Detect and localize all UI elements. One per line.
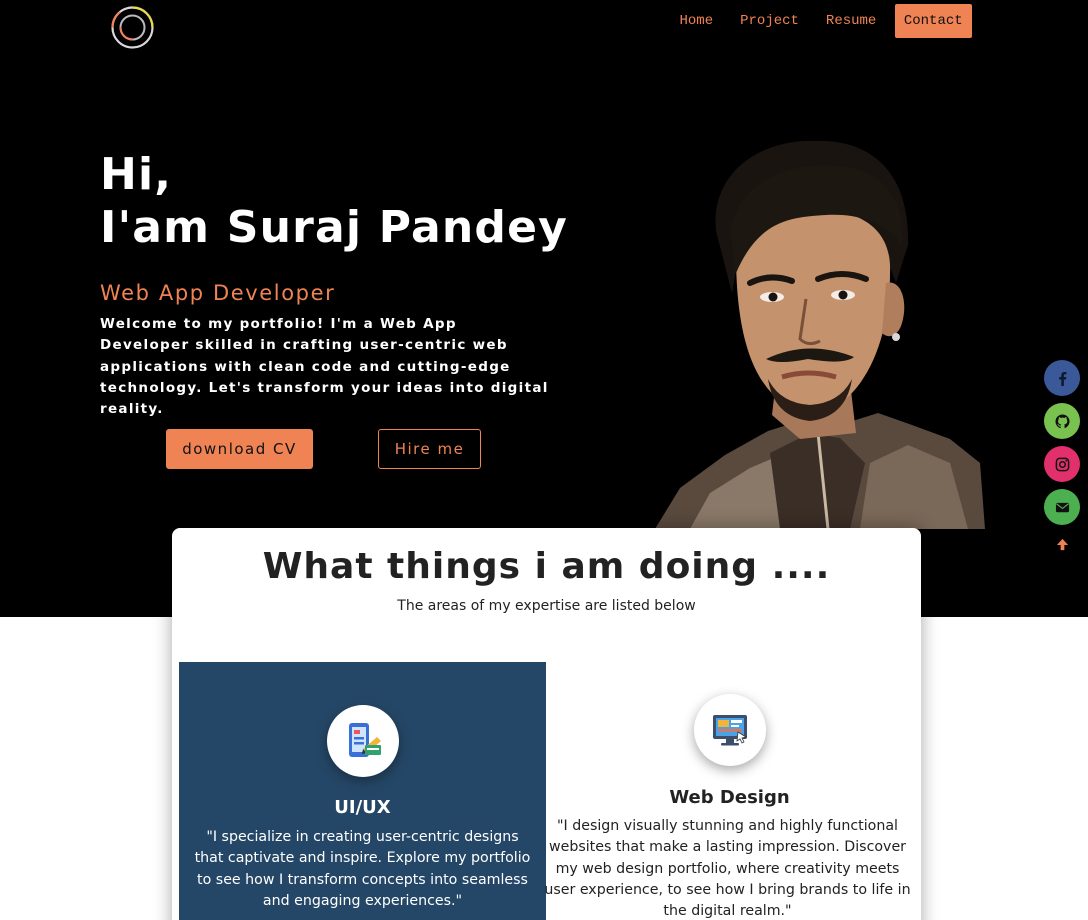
services-subtitle: The areas of my expertise are listed bel… <box>397 598 696 614</box>
nav-contact-button[interactable]: Contact <box>894 4 972 38</box>
instagram-button[interactable] <box>1044 446 1080 482</box>
logo-ring-icon <box>111 6 154 49</box>
hire-me-button[interactable]: Hire me <box>378 429 481 469</box>
email-button[interactable] <box>1044 489 1080 525</box>
hero-role: Web App Developer <box>100 281 336 305</box>
instagram-icon <box>1055 457 1069 471</box>
github-button[interactable] <box>1044 403 1080 439</box>
hero-title: Hi, I'am Suraj Pandey <box>100 149 569 253</box>
email-icon <box>1055 502 1069 512</box>
top-nav: Home Project Resume Contact <box>666 4 972 38</box>
nav-resume[interactable]: Resume <box>812 4 889 38</box>
social-sidebar <box>1044 360 1081 556</box>
facebook-icon <box>1058 371 1066 386</box>
services-card: What things i am doing .... The areas of… <box>172 528 921 920</box>
service-description: "I specialize in creating user-centric d… <box>194 829 531 909</box>
nav-home[interactable]: Home <box>666 4 727 38</box>
service-card-uiux[interactable]: UI/UX "I specialize in creating user-cen… <box>179 662 546 920</box>
service-name: Web Design <box>669 787 790 808</box>
hero-section: Home Project Resume Contact Hi, I'am Sur… <box>0 0 1088 617</box>
service-card-web-design[interactable]: Web Design "I design visually stunning a… <box>544 662 913 920</box>
arrow-up-icon <box>1056 538 1068 550</box>
logo[interactable] <box>110 5 155 50</box>
hero-description: Welcome to my portfolio! I'm a Web App D… <box>100 316 549 418</box>
service-name: UI/UX <box>334 797 391 818</box>
profile-photo <box>650 133 985 529</box>
download-cv-button[interactable]: download CV <box>166 429 313 469</box>
scroll-top-button[interactable] <box>1044 532 1080 556</box>
facebook-button[interactable] <box>1044 360 1080 396</box>
github-icon <box>1054 413 1070 428</box>
services-title: What things i am doing .... <box>262 546 831 587</box>
uiux-icon <box>327 705 399 777</box>
nav-project[interactable]: Project <box>727 4 813 38</box>
service-description: "I design visually stunning and highly f… <box>544 818 911 920</box>
web-design-icon <box>694 694 766 766</box>
